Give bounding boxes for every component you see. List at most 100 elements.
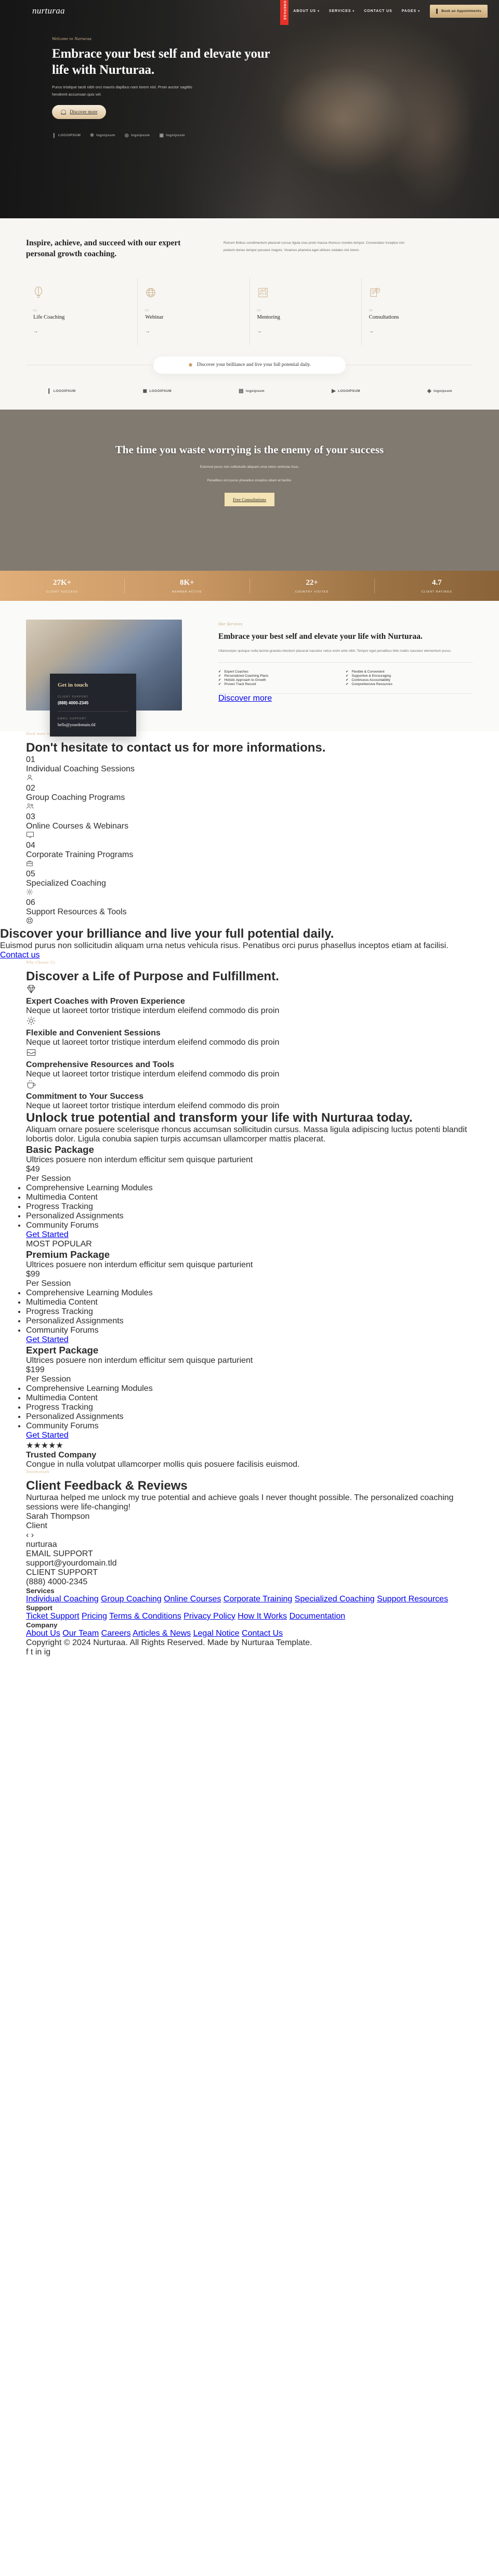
plan-feature: Progress Tracking	[26, 1307, 473, 1317]
footer-link[interactable]: Documentation	[290, 1612, 346, 1621]
footer-link[interactable]: Contact Us	[242, 1629, 283, 1638]
footer-link[interactable]: Support Resources	[377, 1595, 448, 1604]
testimonial-media: ★★★★★ Trusted Company Congue in nulla vo…	[26, 1440, 473, 1469]
footer-link[interactable]: Specialized Coaching	[295, 1595, 375, 1604]
arrow-right-icon[interactable]: →	[33, 328, 130, 334]
plan-feature-list: Comprehensive Learning Modules Multimedi…	[26, 1289, 473, 1335]
pricing-section: Unlock true potential and transform your…	[0, 1111, 499, 1440]
arrow-right-icon[interactable]: →	[369, 328, 466, 334]
cta-contact-button[interactable]: Contact us	[0, 951, 40, 960]
footer-link[interactable]: Our Team	[62, 1629, 99, 1638]
service-highlight-consultations[interactable]: 04 Consultations →	[361, 277, 473, 345]
about-discover-more-button[interactable]: Discover more	[218, 694, 272, 703]
footer-link[interactable]: How It Works	[238, 1612, 287, 1621]
check-circle-icon: ✔	[218, 678, 221, 682]
nav-item-homepage[interactable]: HOMEPAGE	[280, 0, 289, 25]
footer-link[interactable]: Terms & Conditions	[109, 1612, 181, 1621]
service-highlight-mentoring[interactable]: 03 Mentoring →	[249, 277, 361, 345]
nav-item-about-us[interactable]: ABOUT US ▾	[288, 9, 324, 13]
service-card[interactable]: 02 Group Coaching Programs	[26, 784, 473, 812]
service-name: Life Coaching	[33, 314, 65, 320]
nav-item-contact-us[interactable]: CONTACT US	[359, 9, 397, 13]
pricing-header: Unlock true potential and transform your…	[26, 1111, 473, 1144]
next-arrow-icon[interactable]: ›	[31, 1531, 34, 1540]
footer-link[interactable]: Group Coaching	[101, 1595, 162, 1604]
contact-email-value[interactable]: hello@yourdomain.tld	[58, 722, 128, 727]
site-footer: nurturaa EMAIL SUPPORT support@yourdomai…	[0, 1540, 499, 1657]
intro-header: Inspire, achieve, and succeed with our e…	[26, 238, 473, 260]
arrow-right-icon[interactable]: →	[145, 328, 242, 334]
footer-link[interactable]: About Us	[26, 1629, 60, 1638]
service-card[interactable]: 05 Specialized Coaching	[26, 870, 473, 898]
service-card[interactable]: 06 Support Resources & Tools	[26, 898, 473, 927]
stat-value: 4.7	[432, 578, 442, 587]
arrow-right-icon[interactable]: →	[257, 328, 354, 334]
about-section: Get in touch CLIENT SUPPORT (888) 4000-2…	[0, 600, 499, 737]
logo-text: LOGOIPSUM	[58, 133, 81, 137]
hero-discover-more-button[interactable]: ◯ Discover more	[52, 104, 107, 119]
service-highlight-life-coaching[interactable]: 01 Life Coaching →	[26, 278, 137, 345]
footer-link[interactable]: Corporate Training	[224, 1595, 293, 1604]
footer-logo[interactable]: nurturaa	[26, 1540, 473, 1549]
globe-icon	[145, 286, 242, 302]
plan-price: $49	[26, 1164, 40, 1174]
why-card-row: Expert Coaches with Proven Experience Ne…	[26, 984, 473, 1111]
footer-link[interactable]: Ticket Support	[26, 1612, 80, 1621]
chevron-down-icon: ▾	[352, 9, 355, 13]
cta-content: Discover your brilliance and live your f…	[0, 927, 499, 960]
chevron-down-icon: ▾	[418, 9, 421, 13]
user-icon	[26, 774, 473, 784]
feature-item: ✔ Flexible & Convenient	[346, 669, 473, 674]
plan-get-started-button[interactable]: Get Started	[26, 1230, 69, 1239]
testimonial-author: Sarah Thompson Client	[26, 1512, 473, 1531]
pricing-title: Unlock true potential and transform your…	[26, 1110, 413, 1125]
footer-link[interactable]: Careers	[101, 1629, 131, 1638]
facebook-icon[interactable]: f	[26, 1648, 28, 1657]
logo-text: LOGOIPSUM	[338, 389, 360, 393]
service-card[interactable]: 04 Corporate Training Programs	[26, 841, 473, 870]
plan-feature: Community Forums	[26, 1422, 473, 1431]
footer-phone-label: CLIENT SUPPORT	[26, 1568, 98, 1577]
gear-icon	[26, 888, 473, 898]
monitor-icon	[26, 831, 473, 841]
site-logo[interactable]: nurturaa	[32, 6, 65, 16]
service-card-title: Individual Coaching Sessions	[26, 764, 135, 773]
contact-phone-value[interactable]: (888) 4000-2345	[58, 701, 128, 705]
footer-link[interactable]: Online Courses	[164, 1595, 221, 1604]
footer-link[interactable]: Articles & News	[133, 1629, 191, 1638]
footer-link[interactable]: Legal Notice	[193, 1629, 240, 1638]
footer-link[interactable]: Individual Coaching	[26, 1595, 99, 1604]
free-consultations-button[interactable]: Free Consultations	[225, 492, 274, 506]
client-logo: ▣ logoipsum	[159, 133, 185, 138]
logo-text: logoipsum	[96, 133, 115, 137]
footer-email-value[interactable]: support@yourdomain.tld	[26, 1559, 473, 1568]
footer-link[interactable]: Privacy Policy	[183, 1612, 235, 1621]
book-appointment-button[interactable]: ▌ Book an Appointments	[430, 4, 488, 18]
footer-phone-value[interactable]: (888) 4000-2345	[26, 1578, 473, 1587]
footer-link[interactable]: Pricing	[82, 1612, 107, 1621]
partner-logo-row: ❙ LOGOIPSUM ◼ LOGOIPSUM ▤ logoipsum ▶ LOGOIP…	[26, 374, 473, 397]
service-highlight-webinar[interactable]: 02 Webinar →	[137, 277, 249, 345]
cta-band-section: Discover your brilliance and live your f…	[0, 927, 499, 960]
quote-content: The time you waste worrying is the enemy…	[0, 410, 499, 506]
logo-glyph-icon: ◎	[124, 132, 129, 138]
nav-item-services[interactable]: SERVICES ▾	[324, 9, 359, 13]
testimonial-navigation: ‹ ›	[26, 1531, 473, 1540]
plan-get-started-button[interactable]: Get Started	[26, 1335, 69, 1344]
intro-paragraph: Rutrum finibus condimentum placerat curs…	[224, 241, 404, 252]
twitter-icon[interactable]: t	[31, 1648, 33, 1657]
nav-item-pages[interactable]: PAGES ▾	[397, 9, 425, 13]
prev-arrow-icon[interactable]: ‹	[26, 1531, 29, 1540]
feature-label: Supportive & Encouraging	[351, 674, 391, 678]
testimonial-quote-box: Nurturaa helped me unlock my true potent…	[26, 1493, 473, 1540]
about-lead: Ullamcorper quisque nulla lacinia gravid…	[218, 648, 473, 663]
instagram-icon[interactable]: ig	[44, 1648, 50, 1657]
feature-item: ✔ Personalized Coaching Plans	[218, 674, 346, 678]
service-card[interactable]: 01 Individual Coaching Sessions	[26, 755, 473, 784]
service-card[interactable]: 03 Online Courses & Webinars	[26, 812, 473, 841]
plan-feature: Comprehensive Learning Modules	[26, 1384, 473, 1394]
linkedin-icon[interactable]: in	[35, 1648, 42, 1657]
stat-value: 27K+	[53, 578, 72, 587]
why-card-title: Expert Coaches with Proven Experience	[26, 996, 185, 1006]
plan-get-started-button[interactable]: Get Started	[26, 1431, 69, 1440]
